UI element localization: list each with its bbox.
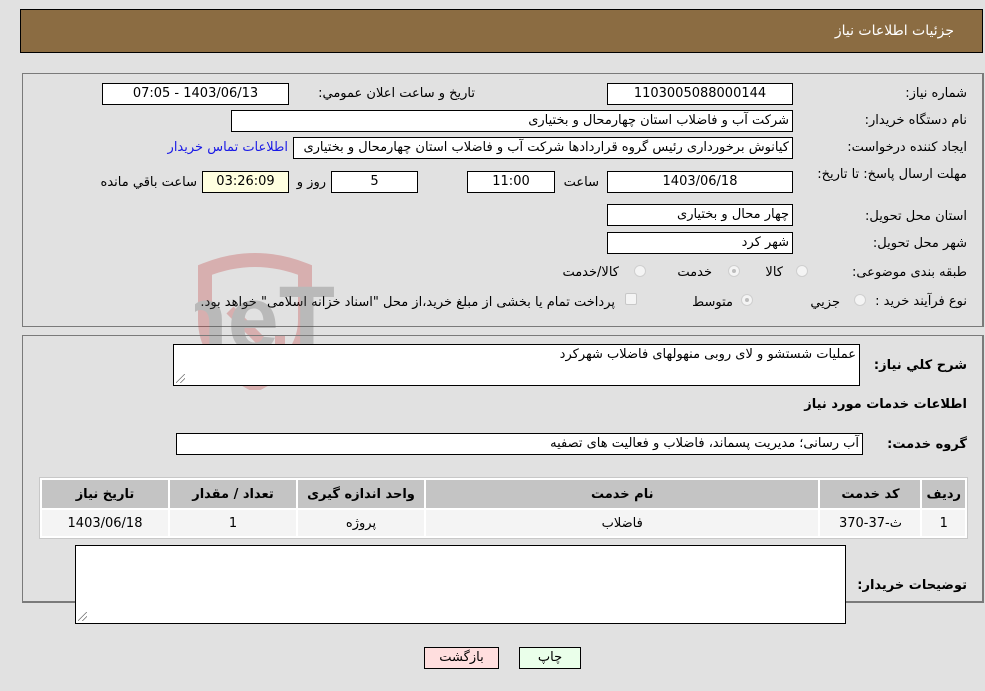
col-header-row-number: ردیف <box>922 480 965 508</box>
province-label: استان محل تحویل: <box>865 209 967 224</box>
description-text: عملیات شستشو و لای روبی منهولهای فاضلاب … <box>559 347 856 362</box>
cell-unit: پروژه <box>298 510 424 536</box>
back-button[interactable]: بازگشت <box>424 647 499 669</box>
col-header-service-code: کد خدمت <box>820 480 921 508</box>
cell-row-number: 1 <box>922 510 965 536</box>
creator-label: ایجاد کننده درخواست: <box>847 140 967 155</box>
process-type-label: نوع فرآیند خرید : <box>875 294 967 309</box>
page-header: جزئیات اطلاعات نیاز <box>20 9 983 53</box>
city-field: شهر کرد <box>607 232 793 254</box>
resize-grip-icon[interactable] <box>78 612 87 621</box>
process-option-minor: جزيي <box>810 295 840 310</box>
col-header-quantity: تعداد / مقدار <box>170 480 296 508</box>
col-header-service-name: نام خدمت <box>426 480 819 508</box>
buyer-contact-link[interactable]: اطلاعات تماس خریدار <box>168 140 288 155</box>
cell-quantity: 1 <box>170 510 296 536</box>
buyer-org-label: نام دستگاه خریدار: <box>864 113 967 128</box>
category-label: طبقه بندی موضوعی: <box>851 265 967 280</box>
cell-service-name: فاضلاب <box>426 510 819 536</box>
category-option-goods-service: کالا/خدمت <box>562 265 619 280</box>
buyer-notes-textarea[interactable] <box>75 545 846 624</box>
col-header-unit: واحد اندازه گیری <box>298 480 424 508</box>
buyer-notes-label: توضیحات خریدار: <box>857 578 967 593</box>
category-option-goods: کالا <box>765 265 783 280</box>
announce-datetime-field: 1403/06/13 - 07:05 <box>102 83 289 105</box>
days-label: روز و <box>296 175 326 190</box>
remaining-time-label: ساعت باقي مانده <box>100 175 197 190</box>
treasury-checkbox[interactable] <box>625 293 637 305</box>
city-label: شهر محل تحویل: <box>872 236 967 251</box>
col-header-need-date: تاریخ نیاز <box>42 480 168 508</box>
process-option-medium: متوسط <box>692 295 733 310</box>
creator-field: کیانوش برخورداری رئیس گروه قراردادها شرک… <box>293 137 793 159</box>
service-group-label: گروه خدمت: <box>887 437 967 452</box>
deadline-time-field: 11:00 <box>467 171 555 193</box>
deadline-label: مهلت ارسال پاسخ: تا تاریخ: <box>817 167 967 182</box>
category-radio-goods-service[interactable] <box>634 265 646 277</box>
page-title: جزئیات اطلاعات نیاز <box>834 23 954 39</box>
category-option-service: خدمت <box>677 265 712 280</box>
print-button[interactable]: چاپ <box>519 647 581 669</box>
category-radio-goods[interactable] <box>796 265 808 277</box>
deadline-date-field: 1403/06/18 <box>607 171 793 193</box>
remaining-time-field: 03:26:09 <box>202 171 289 193</box>
process-radio-medium[interactable] <box>741 294 753 306</box>
buyer-org-field: شرکت آب و فاضلاب استان چهارمحال و بختیار… <box>231 110 793 132</box>
announce-label: تاریخ و ساعت اعلان عمومي: <box>318 86 475 101</box>
services-section-title: اطلاعات خدمات مورد نیاز <box>804 397 967 412</box>
cell-service-code: ث-37-370 <box>820 510 921 536</box>
deadline-time-label: ساعت <box>563 175 599 190</box>
need-number-label: شماره نیاز: <box>905 86 967 101</box>
description-textarea[interactable]: عملیات شستشو و لای روبی منهولهای فاضلاب … <box>173 344 860 386</box>
process-radio-minor[interactable] <box>854 294 866 306</box>
days-field: 5 <box>331 171 418 193</box>
category-radio-service[interactable] <box>728 265 740 277</box>
services-table: ردیف کد خدمت نام خدمت واحد اندازه گیری ت… <box>39 477 968 539</box>
table-row: 1 ث-37-370 فاضلاب پروژه 1 1403/06/18 <box>42 510 965 536</box>
service-group-field: آب رسانی؛ مدیریت پسماند، فاضلاب و فعالیت… <box>176 433 863 455</box>
cell-need-date: 1403/06/18 <box>42 510 168 536</box>
description-label: شرح کلي نیاز: <box>873 358 967 373</box>
province-field: چهار محال و بختیاری <box>607 204 793 226</box>
table-header-row: ردیف کد خدمت نام خدمت واحد اندازه گیری ت… <box>42 480 965 508</box>
need-number-field: 1103005088000144 <box>607 83 793 105</box>
treasury-note: پرداخت تمام یا بخشی از مبلغ خرید،از محل … <box>200 295 615 310</box>
resize-grip-icon[interactable] <box>176 374 185 383</box>
